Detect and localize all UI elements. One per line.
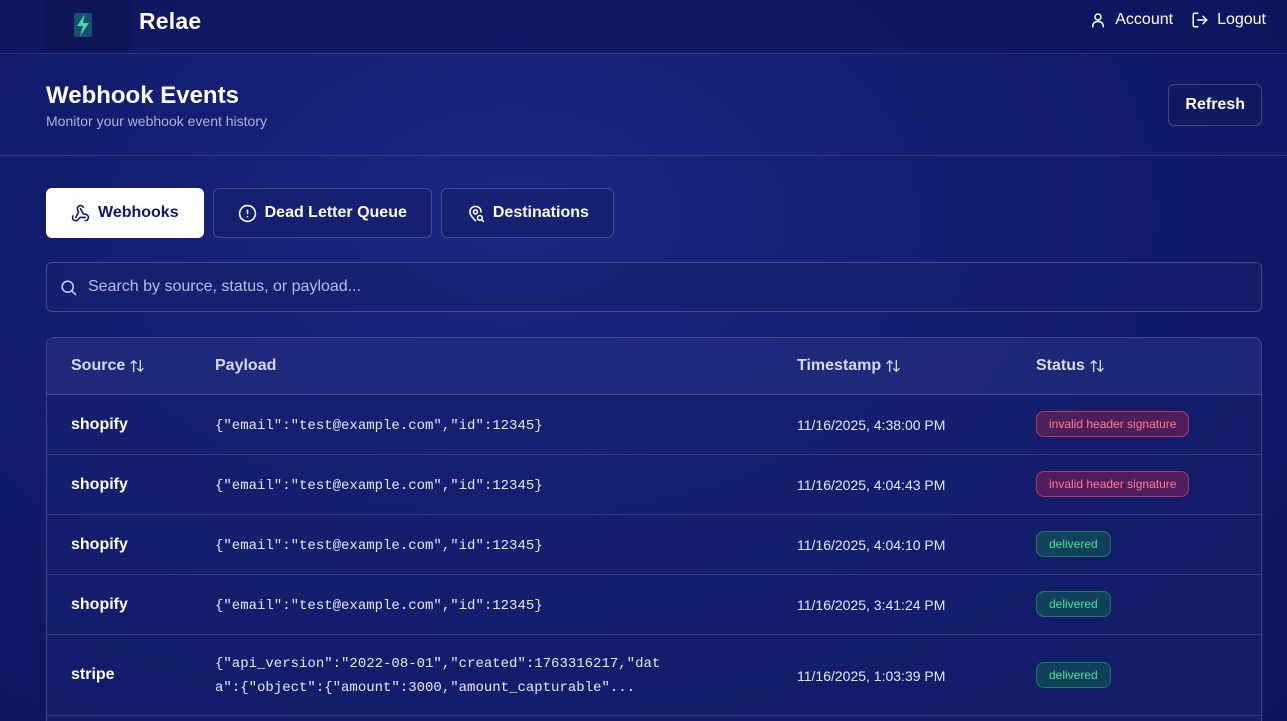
column-header-timestamp[interactable]: Timestamp xyxy=(797,357,901,375)
status-badge: invalid header signature xyxy=(1036,411,1190,437)
payload-cell: {"email":"test@example.com","id":12345} xyxy=(215,478,543,494)
logo[interactable] xyxy=(44,0,132,50)
search-box xyxy=(46,262,1262,312)
table-row[interactable]: shopify {"email":"test@example.com","id"… xyxy=(47,395,1261,455)
alert-circle-icon xyxy=(238,204,256,222)
table-row[interactable]: shopify {"email":"test@example.com","id"… xyxy=(47,515,1261,575)
column-header-label: Source xyxy=(71,357,126,374)
payload-cell: {"email":"test@example.com","id":12345} xyxy=(215,418,543,434)
sort-arrows-icon xyxy=(1090,360,1104,372)
status-badge: delivered xyxy=(1036,662,1111,688)
lightning-logo-icon xyxy=(74,13,92,37)
page-title: Webhook Events xyxy=(46,82,239,109)
nav-actions: Account Logout xyxy=(1089,11,1266,29)
brand-name: Relae xyxy=(139,8,202,34)
tab-webhooks-label: Webhooks xyxy=(98,204,179,221)
tab-destinations-label: Destinations xyxy=(492,204,589,221)
column-header-label: Status xyxy=(1036,357,1085,374)
sort-arrows-icon xyxy=(886,360,900,372)
logout-icon xyxy=(1192,12,1208,28)
source-cell: shopify xyxy=(71,536,128,553)
tab-destinations[interactable]: Destinations xyxy=(440,188,614,238)
account-label: Account xyxy=(1115,11,1174,28)
table-row[interactable]: shopify {"email":"test@example.com","id"… xyxy=(47,575,1261,635)
timestamp-cell: 11/16/2025, 4:04:10 PM xyxy=(797,537,946,553)
tab-dead-letter-queue-label: Dead Letter Queue xyxy=(264,204,407,221)
timestamp-cell: 11/16/2025, 1:03:39 PM xyxy=(797,668,946,684)
page-subtitle: Monitor your webhook event history xyxy=(46,113,267,129)
tab-dead-letter-queue[interactable]: Dead Letter Queue xyxy=(212,188,432,238)
page-header: Webhook Events Monitor your webhook even… xyxy=(0,55,1287,156)
source-cell: shopify xyxy=(71,476,128,493)
table-row[interactable]: stripe {"api_version":"2022-08-01","crea… xyxy=(47,635,1261,716)
user-icon xyxy=(1092,13,1105,28)
search-input[interactable] xyxy=(88,278,1261,296)
top-nav-bar: Relae Account Logout xyxy=(0,0,1287,54)
table-header: Source Payload Timestamp Status xyxy=(47,338,1261,395)
timestamp-cell: 11/16/2025, 3:41:24 PM xyxy=(797,597,946,613)
timestamp-cell: 11/16/2025, 4:38:00 PM xyxy=(797,417,946,433)
source-cell: shopify xyxy=(71,596,128,613)
column-header-payload: Payload xyxy=(215,357,276,375)
map-pin-search-icon xyxy=(469,205,485,222)
column-header-label: Timestamp xyxy=(797,357,882,374)
account-link[interactable]: Account xyxy=(1089,11,1173,29)
logout-label: Logout xyxy=(1217,11,1266,28)
column-header-source[interactable]: Source xyxy=(71,357,145,375)
payload-cell: {"email":"test@example.com","id":12345} xyxy=(215,598,543,614)
events-table: Source Payload Timestamp Status shopify … xyxy=(46,337,1262,721)
refresh-button[interactable]: Refresh xyxy=(1168,84,1262,126)
tab-bar: Webhooks Dead Letter Queue Destinations xyxy=(46,188,614,238)
tab-webhooks[interactable]: Webhooks xyxy=(46,188,204,238)
payload-cell: {"email":"test@example.com","id":12345} xyxy=(215,538,543,554)
status-badge: invalid header signature xyxy=(1036,471,1190,497)
table-row[interactable]: shopify {"email":"test@example.com","id"… xyxy=(47,455,1261,515)
source-cell: shopify xyxy=(71,416,128,433)
status-badge: delivered xyxy=(1036,591,1111,617)
source-cell: stripe xyxy=(71,666,115,683)
search-icon xyxy=(61,279,77,295)
logout-link[interactable]: Logout xyxy=(1191,11,1266,29)
payload-cell: {"api_version":"2022-08-01","created":17… xyxy=(215,656,661,696)
column-header-label: Payload xyxy=(215,357,277,374)
timestamp-cell: 11/16/2025, 4:04:43 PM xyxy=(797,477,946,493)
webhook-icon xyxy=(71,204,90,221)
status-badge: delivered xyxy=(1036,531,1111,557)
sort-arrows-icon xyxy=(130,360,144,372)
column-header-status[interactable]: Status xyxy=(1036,357,1105,375)
